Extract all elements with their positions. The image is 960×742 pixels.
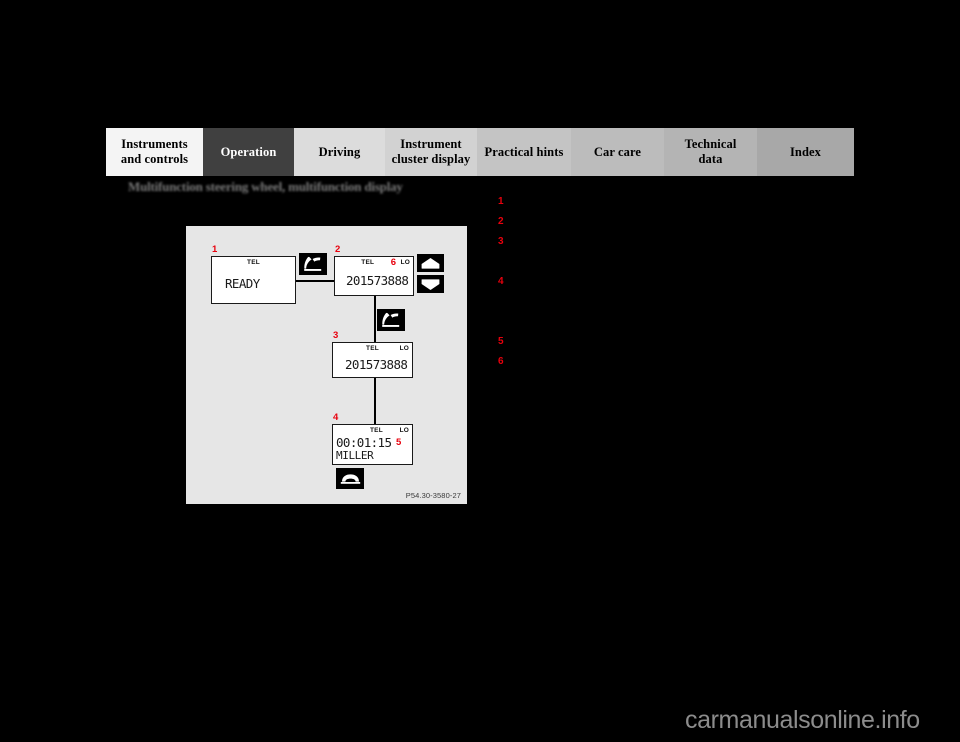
legend-item-2: 2	[498, 216, 512, 227]
display-2-header-tel: TEL	[361, 259, 375, 266]
display-4-timer-text: 00:01:15	[336, 435, 392, 450]
legend-number: 6	[498, 356, 504, 367]
tab-instrument-cluster-display[interactable]: Instrument cluster display	[385, 128, 477, 176]
tab-car-care[interactable]: Car care	[571, 128, 664, 176]
display-4-header-tel: TEL	[369, 427, 383, 434]
display-3-header-lo: LO	[399, 345, 409, 352]
phone-onhook-icon[interactable]	[336, 468, 364, 489]
tab-label-line1: Technical	[684, 137, 737, 152]
display-3-header-tel: TEL	[366, 345, 379, 352]
tab-index[interactable]: Index	[757, 128, 854, 176]
display-4-caller-name: MILLER	[336, 449, 374, 462]
display-1-main-text: READY	[225, 276, 260, 291]
display-4-header-lo: LO	[399, 427, 409, 434]
tab-label-line1: Driving	[318, 144, 361, 159]
tab-label-line1: Car care	[593, 144, 642, 159]
tab-practical-hints[interactable]: Practical hints	[477, 128, 571, 176]
tab-label-line1: Instrument	[400, 137, 462, 152]
tab-label-line1: Index	[789, 144, 822, 159]
section-tab-bar: Instruments and controls Operation Drivi…	[106, 128, 854, 176]
tab-label-line2: and controls	[120, 152, 189, 166]
legend-item-3: 3	[498, 236, 512, 247]
site-watermark: carmanualsonline.info	[685, 706, 920, 734]
tab-technical-data[interactable]: Technical data	[664, 128, 757, 176]
figure-reference-code: P54.30-3580-27	[405, 491, 461, 500]
display-2-header-lo: LO	[400, 259, 410, 266]
legend-item-4: 4	[498, 276, 512, 287]
tab-label-line2: data	[698, 152, 723, 166]
tab-operation[interactable]: Operation	[203, 128, 294, 176]
figure-panel: 1 TEL READY 2 TEL LO 6 201573888 3 TEL L…	[186, 226, 467, 504]
legend-number: 1	[498, 196, 504, 207]
legend-number: 4	[498, 276, 504, 287]
figure-marker-5: 5	[396, 437, 402, 448]
legend-item-5: 5	[498, 336, 512, 347]
tab-label-line1: Operation	[220, 144, 277, 159]
display-2-main-text: 201573888	[346, 273, 409, 288]
legend-item-1: 1	[498, 196, 512, 207]
tab-label-line2: cluster display	[391, 152, 471, 166]
legend-number: 2	[498, 216, 504, 227]
connector-box2-to-box3	[374, 296, 376, 342]
phone-offhook-icon-2[interactable]	[377, 309, 405, 331]
arrow-up-icon[interactable]	[417, 254, 444, 272]
display-box-1: TEL READY	[211, 256, 296, 304]
display-3-main-text: 201573888	[345, 357, 408, 372]
phone-offhook-icon-1[interactable]	[299, 253, 327, 275]
display-box-3: TEL LO 201573888	[332, 342, 413, 378]
figure-marker-2: 2	[335, 244, 341, 255]
figure-marker-3: 3	[333, 330, 339, 341]
tab-instruments-and-controls[interactable]: Instruments and controls	[106, 128, 203, 176]
display-box-4: TEL LO 00:01:15 5 MILLER	[332, 424, 413, 465]
legend-number: 5	[498, 336, 504, 347]
page-title: Multifunction steering wheel, multifunct…	[128, 179, 403, 194]
arrow-down-icon[interactable]	[417, 275, 444, 293]
tab-driving[interactable]: Driving	[294, 128, 385, 176]
figure-marker-4: 4	[333, 412, 339, 423]
tab-label-line1: Practical hints	[484, 144, 564, 159]
connector-box1-to-box2	[296, 280, 334, 282]
tab-label-line1: Instruments	[121, 137, 188, 152]
connector-box3-to-box4	[374, 378, 376, 426]
display-box-2: TEL LO 6 201573888	[334, 256, 414, 296]
display-1-header-tel: TEL	[247, 259, 260, 266]
legend-number: 3	[498, 236, 504, 247]
figure-marker-6: 6	[390, 257, 396, 268]
figure-marker-1: 1	[212, 244, 218, 255]
legend-item-6: 6	[498, 356, 512, 367]
